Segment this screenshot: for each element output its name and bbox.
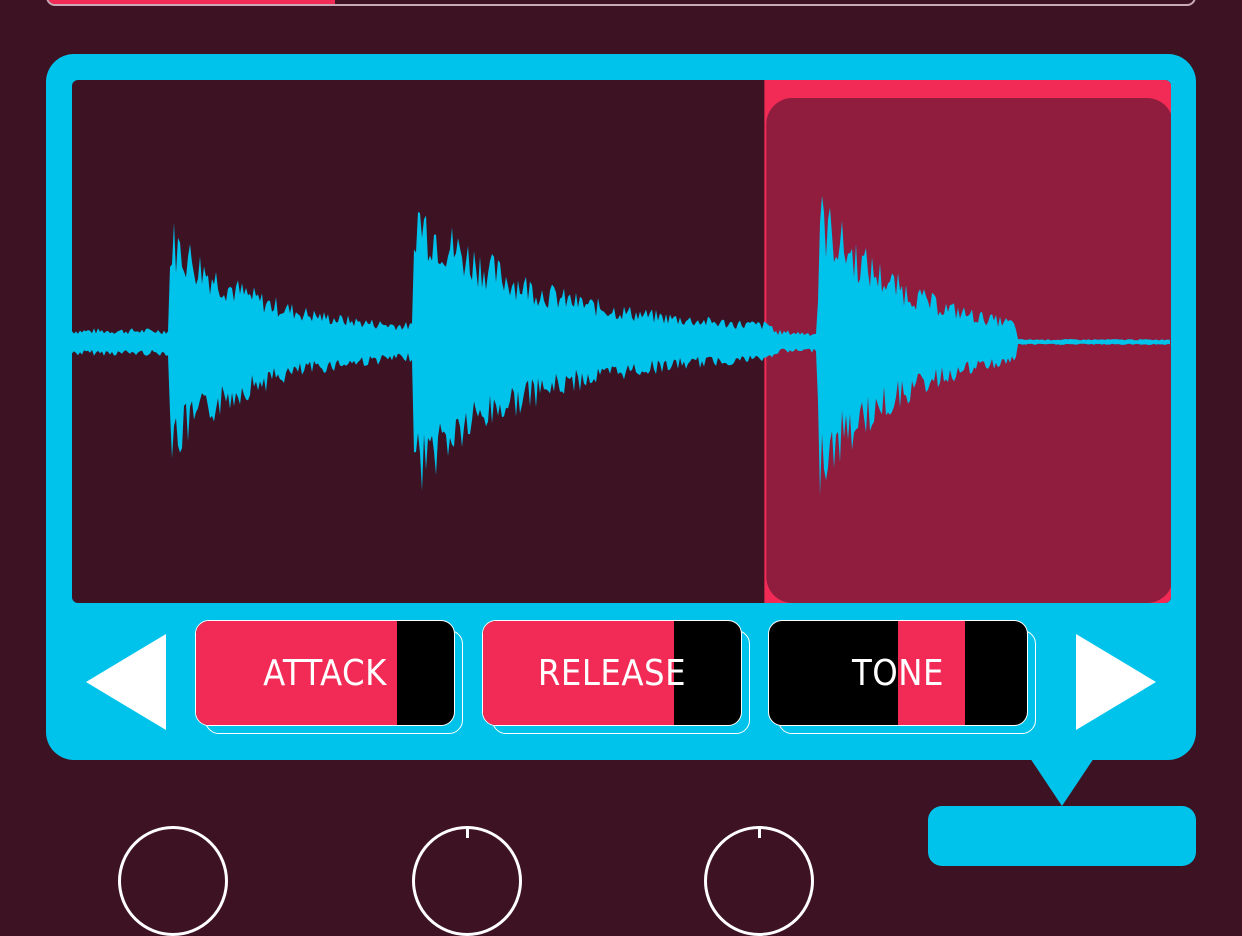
waveform-graphic [72,80,1171,603]
param-label: ATTACK [263,652,387,694]
param-button-face: TONE [768,620,1028,726]
arrow-left-icon[interactable] [86,634,166,730]
knob-3[interactable] [704,826,814,936]
param-attack-button[interactable]: ATTACK [195,620,463,734]
param-release-button[interactable]: RELEASE [482,620,750,734]
param-button-face: ATTACK [195,620,455,726]
waveform-display[interactable] [72,80,1171,603]
panel-pointer-icon [1030,758,1094,806]
param-button-face: RELEASE [482,620,742,726]
arrow-right-icon[interactable] [1076,634,1156,730]
top-progress-fill [48,0,335,4]
param-label: TONE [852,652,944,694]
knob-3-indicator [758,826,761,838]
knob-1[interactable] [118,826,228,936]
bottom-tab[interactable] [928,806,1196,866]
knob-2-indicator [466,826,469,838]
knob-2[interactable] [412,826,522,936]
param-tone-button[interactable]: TONE [768,620,1036,734]
sample-editor-panel: ATTACK RELEASE TONE [46,54,1196,760]
top-progress-bar[interactable] [46,0,1196,6]
param-label: RELEASE [537,652,687,694]
